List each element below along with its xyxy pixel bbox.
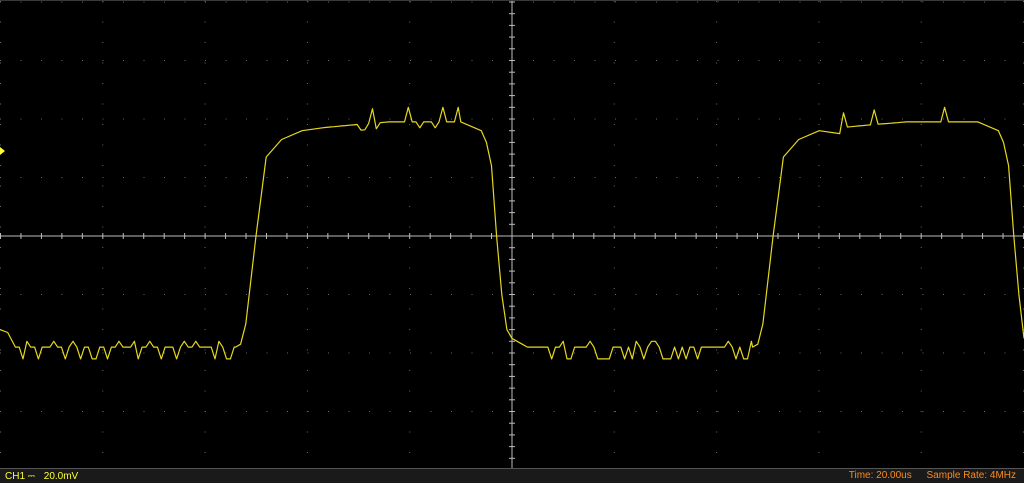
vertical-scale: 20.0mV [43, 471, 79, 482]
channel-readout[interactable]: CH1 ⎓ 20.0mV [5, 469, 78, 483]
dc-coupling-icon: ⎓ [27, 471, 35, 481]
time-per-div: Time: 20.00us [848, 470, 912, 481]
graticule [0, 1, 1024, 469]
status-bar: CH1 ⎓ 20.0mV Time: 20.00us Sample Rate: … [0, 468, 1024, 483]
sample-rate: Sample Rate: 4MHz [926, 470, 1016, 481]
waveform-svg [0, 1, 1024, 469]
timebase-readout[interactable]: Time: 20.00us Sample Rate: 4MHz [849, 469, 1016, 483]
ch1-level-marker[interactable] [0, 147, 5, 155]
channel-label: CH1 [5, 471, 26, 482]
waveform-display [0, 0, 1024, 469]
oscilloscope-window: CH1 ⎓ 20.0mV Time: 20.00us Sample Rate: … [0, 0, 1024, 483]
